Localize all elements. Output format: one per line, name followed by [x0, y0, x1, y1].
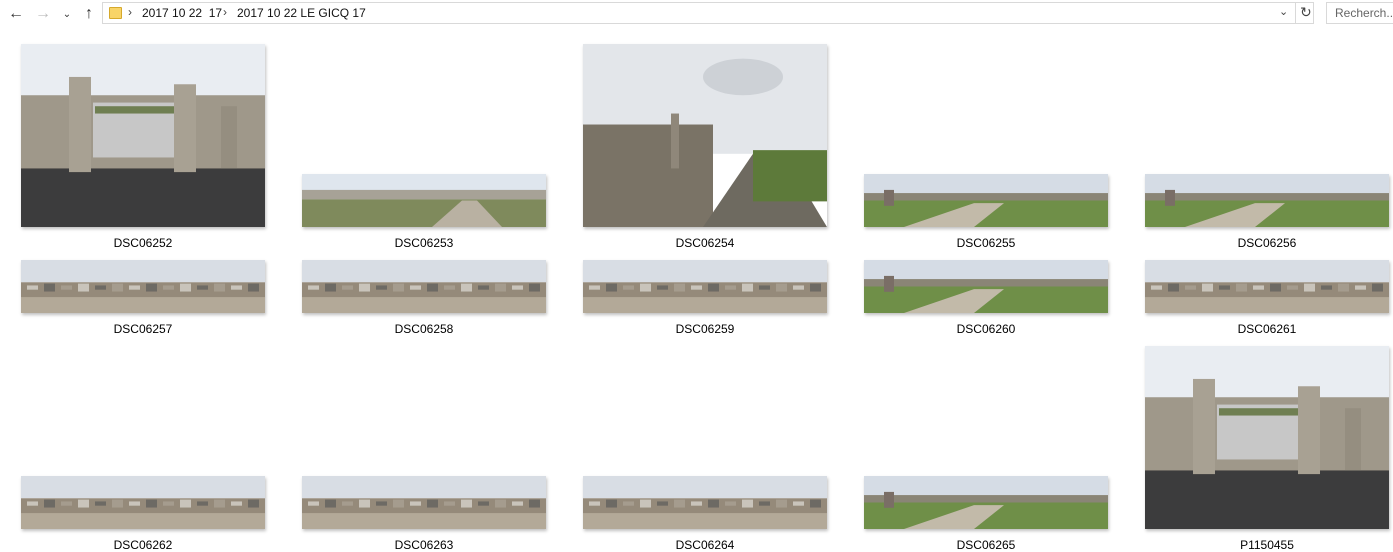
photo-thumbnail[interactable] — [583, 476, 827, 529]
address-bar[interactable]: › 2017 10 22 17 › 2017 10 22 LE GICQ 17 … — [102, 2, 1314, 24]
file-name: DSC06264 — [675, 538, 735, 552]
photo-thumbnail[interactable] — [864, 476, 1108, 529]
file-name: P1150455 — [1240, 538, 1294, 552]
file-name: DSC06258 — [394, 322, 454, 336]
search-input[interactable] — [1327, 3, 1393, 23]
breadcrumb-item[interactable]: 2017 10 22 17 — [142, 6, 222, 20]
refresh-icon[interactable]: ↻ — [1300, 4, 1312, 21]
file-name: DSC06261 — [1237, 322, 1297, 336]
file-name: DSC06263 — [394, 538, 454, 552]
file-name: DSC06254 — [675, 236, 735, 250]
photo-thumbnail[interactable] — [302, 260, 546, 313]
file-name: DSC06252 — [113, 236, 173, 250]
up-arrow-icon[interactable]: ↑ — [79, 3, 99, 25]
file-name: DSC06256 — [1237, 236, 1297, 250]
file-name: DSC06257 — [113, 322, 173, 336]
folder-icon — [109, 7, 122, 19]
breadcrumb-item[interactable]: 2017 10 22 LE GICQ 17 — [237, 6, 366, 20]
photo-thumbnail[interactable] — [583, 260, 827, 313]
address-dropdown-icon[interactable]: ⌄ — [1279, 5, 1288, 18]
breadcrumb-separator-icon: › — [128, 5, 132, 19]
photo-thumbnail[interactable] — [302, 476, 546, 529]
photo-thumbnail[interactable] — [1145, 174, 1389, 227]
forward-arrow-icon[interactable]: → — [33, 3, 53, 25]
search-box[interactable] — [1326, 2, 1393, 24]
back-arrow-icon[interactable]: ← — [6, 3, 26, 25]
photo-thumbnail[interactable] — [864, 260, 1108, 313]
photo-thumbnail[interactable] — [302, 174, 546, 227]
photo-thumbnail[interactable] — [1145, 260, 1389, 313]
chevron-down-icon[interactable]: ⌄ — [60, 3, 74, 25]
breadcrumb-separator-icon: › — [223, 5, 227, 19]
photo-thumbnail[interactable] — [21, 44, 265, 227]
file-name: DSC06265 — [956, 538, 1016, 552]
photo-thumbnail[interactable] — [864, 174, 1108, 227]
navigation-toolbar: ← → ⌄ ↑ › 2017 10 22 17 › 2017 10 22 LE … — [0, 0, 1393, 28]
file-name: DSC06260 — [956, 322, 1016, 336]
file-name: DSC06259 — [675, 322, 735, 336]
photo-thumbnail[interactable] — [1145, 346, 1389, 529]
photo-thumbnail[interactable] — [21, 260, 265, 313]
file-name: DSC06255 — [956, 236, 1016, 250]
divider — [1295, 3, 1296, 23]
file-name: DSC06253 — [394, 236, 454, 250]
photo-thumbnail[interactable] — [583, 44, 827, 227]
photo-thumbnail[interactable] — [21, 476, 265, 529]
file-name: DSC06262 — [113, 538, 173, 552]
